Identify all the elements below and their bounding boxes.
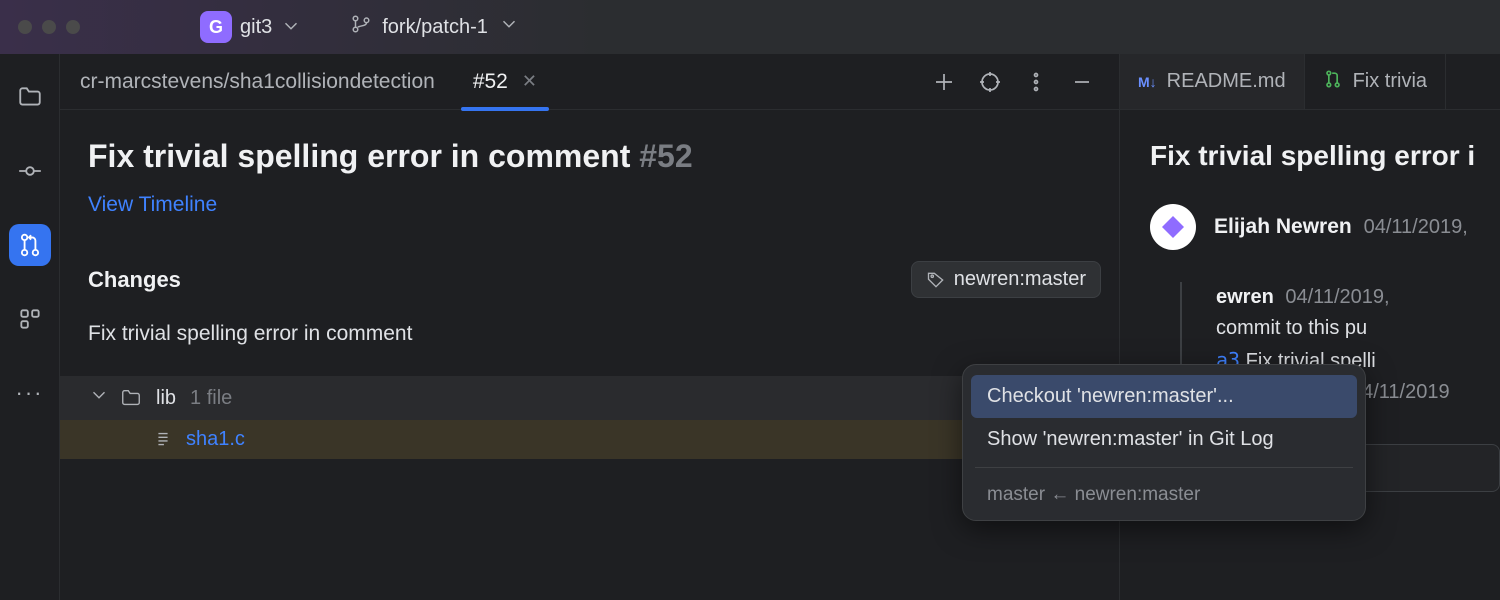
author-name: Elijah Newren bbox=[1214, 215, 1352, 238]
file-count: 1 file bbox=[190, 387, 232, 410]
pr-title: Fix trivial spelling error in comment #5… bbox=[88, 138, 1101, 175]
tab-pr-preview[interactable]: Fix trivia bbox=[1305, 54, 1446, 109]
changes-heading: Changes bbox=[88, 267, 181, 293]
author-entry: Elijah Newren 04/11/2019, bbox=[1150, 204, 1500, 250]
nav-commit[interactable] bbox=[9, 150, 51, 192]
right-tabs: M↓ README.md Fix trivia bbox=[1120, 54, 1500, 110]
tabstrip: cr-marcstevens/sha1collisiondetection #5… bbox=[60, 54, 1119, 110]
nav-folder[interactable] bbox=[9, 76, 51, 118]
menu-item-show-log[interactable]: Show 'newren:master' in Git Log bbox=[971, 418, 1357, 461]
branch-name: fork/patch-1 bbox=[382, 16, 488, 39]
close-window[interactable] bbox=[18, 20, 32, 34]
changed-files: lib 1 file sha1.c bbox=[60, 376, 1119, 459]
tab-active[interactable]: #52 ✕ bbox=[465, 54, 545, 110]
titlebar: G git3 fork/patch-1 bbox=[0, 0, 1500, 54]
project-badge: G bbox=[200, 11, 232, 43]
view-timeline-link[interactable]: View Timeline bbox=[88, 193, 217, 217]
file-icon bbox=[152, 429, 174, 451]
folder-name: lib bbox=[156, 387, 176, 410]
branch-selector[interactable]: fork/patch-1 bbox=[350, 13, 520, 41]
target-button[interactable] bbox=[971, 63, 1009, 101]
file-row[interactable]: sha1.c bbox=[60, 420, 1119, 459]
minimize-window[interactable] bbox=[42, 20, 56, 34]
branch-icon bbox=[350, 13, 372, 41]
navigation-rail: ··· bbox=[0, 54, 60, 600]
nav-pull-requests[interactable] bbox=[9, 224, 51, 266]
tab-label: #52 bbox=[473, 70, 508, 94]
kebab-menu[interactable] bbox=[1017, 63, 1055, 101]
menu-item-checkout[interactable]: Checkout 'newren:master'... bbox=[971, 375, 1357, 418]
right-title: Fix trivial spelling error i bbox=[1150, 140, 1500, 172]
chevron-down-icon bbox=[280, 15, 302, 40]
main-panel: cr-marcstevens/sha1collisiondetection #5… bbox=[60, 54, 1120, 600]
chevron-down-icon bbox=[88, 384, 106, 412]
branch-tag-label: newren:master bbox=[954, 268, 1086, 291]
timeline-date: 04/11/2019, bbox=[1285, 286, 1389, 308]
folder-icon bbox=[120, 387, 142, 409]
timeline-author: ewren bbox=[1216, 286, 1274, 308]
file-group-row[interactable]: lib 1 file bbox=[60, 376, 1119, 420]
chevron-down-icon bbox=[498, 13, 520, 41]
markdown-icon: M↓ bbox=[1138, 74, 1157, 90]
minimize-panel[interactable] bbox=[1063, 63, 1101, 101]
menu-footer: master ← newren:master bbox=[971, 474, 1357, 510]
pr-content: Fix trivial spelling error in comment #5… bbox=[60, 110, 1119, 600]
author-date: 04/11/2019, bbox=[1364, 216, 1468, 238]
window-controls[interactable] bbox=[18, 20, 80, 34]
pr-number: #52 bbox=[639, 138, 692, 174]
commit-message: Fix trivial spelling error in comment bbox=[88, 322, 1101, 346]
breadcrumb[interactable]: cr-marcstevens/sha1collisiondetection bbox=[80, 70, 435, 94]
close-icon[interactable]: ✕ bbox=[522, 71, 537, 92]
context-menu: Checkout 'newren:master'... Show 'newren… bbox=[962, 364, 1366, 521]
branch-tag-button[interactable]: newren:master bbox=[911, 261, 1101, 298]
nav-structure[interactable] bbox=[9, 298, 51, 340]
pull-request-icon bbox=[1323, 69, 1343, 95]
add-button[interactable] bbox=[925, 63, 963, 101]
project-selector[interactable]: G git3 bbox=[190, 7, 312, 47]
maximize-window[interactable] bbox=[66, 20, 80, 34]
tab-readme[interactable]: M↓ README.md bbox=[1120, 54, 1305, 109]
timeline-pushed: commit to this pu bbox=[1216, 313, 1500, 344]
avatar bbox=[1150, 204, 1196, 250]
nav-more[interactable]: ··· bbox=[9, 372, 51, 414]
menu-separator bbox=[975, 467, 1353, 468]
file-name: sha1.c bbox=[186, 428, 245, 451]
project-name: git3 bbox=[240, 16, 272, 39]
tag-icon bbox=[926, 270, 946, 290]
